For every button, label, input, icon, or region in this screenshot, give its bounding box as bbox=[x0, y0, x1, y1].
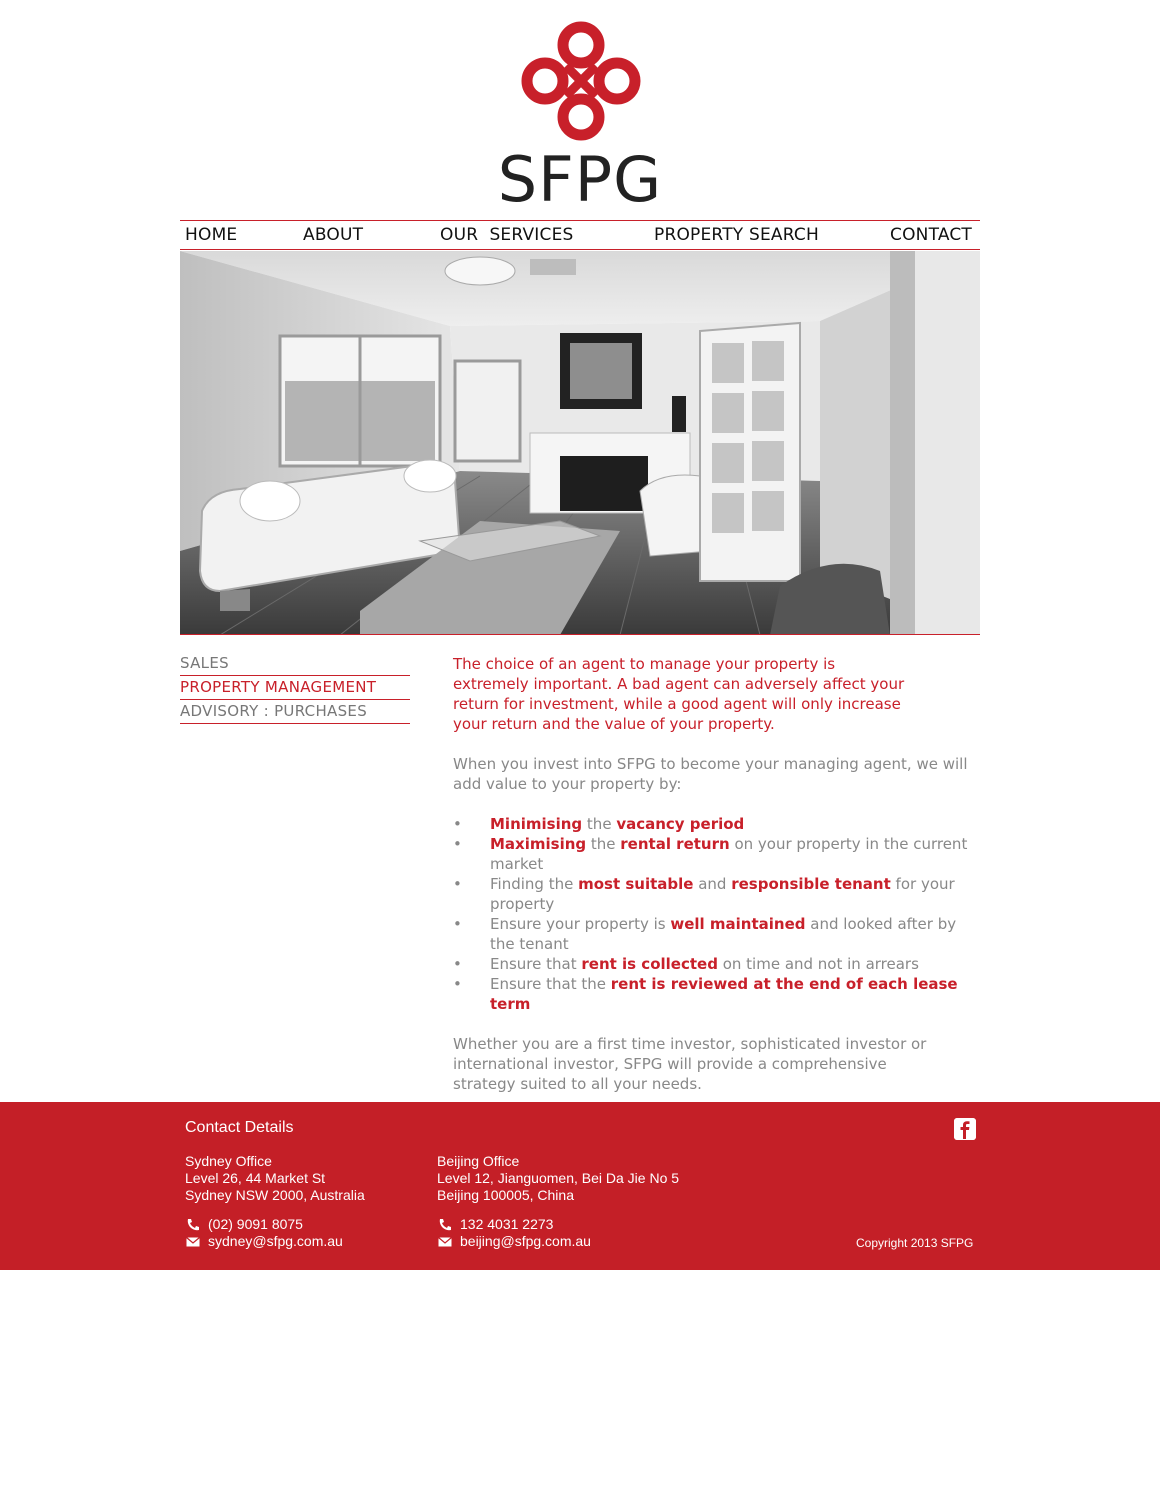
sidebar-item-advisory-purchases[interactable]: ADVISORY : PURCHASES bbox=[180, 700, 410, 724]
main-nav: HOME ABOUT OUR SERVICES PROPERTY SEARCH … bbox=[180, 220, 980, 250]
benefit-highlight: responsible tenant bbox=[731, 875, 891, 893]
nav-contact[interactable]: CONTACT bbox=[890, 225, 972, 245]
sydney-office: Sydney Office Level 26, 44 Market St Syd… bbox=[185, 1153, 365, 1204]
sidebar-item-sales[interactable]: SALES bbox=[180, 652, 410, 676]
nav-about[interactable]: ABOUT bbox=[303, 225, 363, 245]
nav-home[interactable]: HOME bbox=[185, 225, 237, 245]
benefit-text: Finding the bbox=[490, 875, 579, 893]
brand-wordmark: SFPG bbox=[497, 143, 663, 216]
phone-icon bbox=[439, 1219, 451, 1231]
benefit-highlight: rent is collected bbox=[581, 955, 718, 973]
footer: Contact Details Sydney Office Level 26, … bbox=[0, 1102, 1160, 1270]
benefit-highlight: rental return bbox=[620, 835, 730, 853]
beijing-office-name: Beijing Office bbox=[437, 1153, 520, 1169]
benefit-highlight: most suitable bbox=[578, 875, 694, 893]
nav-property-search[interactable]: PROPERTY SEARCH bbox=[654, 225, 819, 245]
benefits-list: • Minimising the vacancy period • Maximisin… bbox=[453, 814, 973, 1014]
beijing-email-row: beijing@sfpg.com.au bbox=[437, 1233, 591, 1249]
benefit-text: Ensure your property is bbox=[490, 915, 671, 933]
envelope-icon bbox=[438, 1237, 452, 1247]
sub-nav: SALES PROPERTY MANAGEMENT ADVISORY : PUR… bbox=[180, 652, 410, 724]
beijing-phone[interactable]: 132 4031 2273 bbox=[460, 1216, 553, 1232]
lead-paragraph: When you invest into SFPG to become your… bbox=[453, 755, 968, 793]
sydney-phone[interactable]: (02) 9091 8075 bbox=[208, 1216, 303, 1232]
beijing-address-line1: Level 12, Jianguomen, Bei Da Jie No 5 bbox=[437, 1170, 680, 1186]
benefit-item: • Ensure that rent is collected on time a… bbox=[453, 954, 973, 974]
beijing-phone-row: 132 4031 2273 bbox=[437, 1216, 553, 1232]
benefit-item: • Maximising the rental return on your pr… bbox=[453, 834, 973, 874]
beijing-address-line2: Beijing 100005, China bbox=[437, 1187, 574, 1203]
facebook-icon[interactable] bbox=[954, 1118, 976, 1140]
copyright-text: Copyright 2013 SFPG bbox=[856, 1236, 974, 1250]
benefit-text: on time and not in arrears bbox=[717, 955, 919, 973]
closing-paragraph: Whether you are a first time investor, s… bbox=[453, 1035, 927, 1093]
envelope-icon bbox=[186, 1237, 200, 1247]
sidebar-item-property-management[interactable]: PROPERTY MANAGEMENT bbox=[180, 676, 410, 700]
bullet-icon: • bbox=[453, 835, 462, 853]
bullet-icon: • bbox=[453, 815, 462, 833]
sydney-office-name: Sydney Office bbox=[185, 1153, 272, 1169]
bullet-icon: • bbox=[453, 955, 462, 973]
benefit-highlight: well maintained bbox=[670, 915, 806, 933]
benefit-item: • Ensure your property is well maintained… bbox=[453, 914, 973, 954]
sydney-address-line1: Level 26, 44 Market St bbox=[185, 1170, 326, 1186]
intro-paragraph: The choice of an agent to manage your pr… bbox=[453, 655, 905, 733]
benefit-text: Ensure that the bbox=[490, 975, 611, 993]
beijing-office: Beijing Office Level 12, Jianguomen, Bei… bbox=[437, 1153, 679, 1204]
benefit-text: the bbox=[582, 815, 617, 833]
benefit-item: • Ensure that the rent is reviewed at the… bbox=[453, 974, 973, 1014]
benefit-item: • Finding the most suitable and responsib… bbox=[453, 874, 973, 914]
main-content: The choice of an agent to manage your pr… bbox=[453, 654, 973, 1094]
sydney-phone-row: (02) 9091 8075 bbox=[185, 1216, 303, 1232]
bullet-icon: • bbox=[453, 875, 462, 893]
benefit-text: the bbox=[586, 835, 621, 853]
phone-icon bbox=[187, 1219, 199, 1231]
bullet-icon: • bbox=[453, 975, 462, 993]
sydney-email-row: sydney@sfpg.com.au bbox=[185, 1233, 343, 1249]
nav-our-services[interactable]: OUR SERVICES bbox=[440, 225, 574, 245]
footer-title: Contact Details bbox=[185, 1119, 294, 1136]
benefit-highlight: Minimising bbox=[490, 815, 583, 833]
bullet-icon: • bbox=[453, 915, 462, 933]
benefit-highlight: vacancy period bbox=[616, 815, 745, 833]
benefit-text: and bbox=[693, 875, 732, 893]
sydney-email-link[interactable]: sydney@sfpg.com.au bbox=[208, 1233, 343, 1249]
sydney-address-line2: Sydney NSW 2000, Australia bbox=[185, 1187, 365, 1203]
beijing-email-link[interactable]: beijing@sfpg.com.au bbox=[460, 1233, 591, 1249]
benefit-text: Ensure that bbox=[490, 955, 582, 973]
benefit-item: • Minimising the vacancy period bbox=[453, 814, 973, 834]
endless-knot-logo-icon[interactable] bbox=[520, 20, 642, 142]
benefit-highlight: Maximising bbox=[490, 835, 587, 853]
living-room-photo bbox=[180, 251, 980, 635]
